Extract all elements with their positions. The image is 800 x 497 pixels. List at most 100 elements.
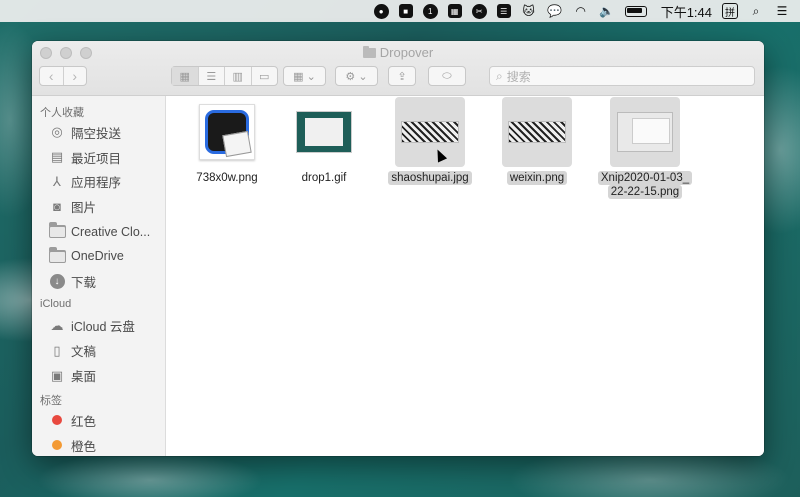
- battery-icon[interactable]: [624, 5, 647, 17]
- file-thumbnail: [502, 97, 572, 167]
- icon-view-button[interactable]: ▦: [172, 67, 199, 85]
- sidebar-item-label: 文稿: [71, 345, 97, 360]
- clock[interactable]: 下午1:44: [661, 2, 712, 21]
- file-item[interactable]: 738x0w.png: [177, 97, 277, 185]
- sidebar-item-downloads[interactable]: ↓ 下载: [32, 269, 165, 294]
- group-button[interactable]: ▦ ⌄: [283, 66, 326, 86]
- sidebar-item-creative-cloud[interactable]: Creative Clo...: [32, 219, 165, 244]
- icon-grid-icon: ▦: [179, 70, 190, 83]
- sidebar-header-favorites: 个人收藏: [40, 107, 84, 119]
- desktop-icon: ▣: [50, 367, 64, 383]
- image-thumbnail-icon: [199, 104, 255, 160]
- camera-icon: ◙: [53, 199, 61, 215]
- 1password-icon[interactable]: 1: [422, 3, 438, 19]
- sidebar-item-airdrop[interactable]: ◎ 隔空投送: [32, 120, 165, 145]
- folder-icon: [362, 46, 376, 58]
- tag-dot-icon: [48, 412, 66, 428]
- chat-icon[interactable]: ☰: [496, 4, 511, 18]
- file-name: shaoshupai.jpg: [388, 171, 472, 185]
- download-icon: ↓: [48, 273, 66, 289]
- forward-button[interactable]: ›: [64, 67, 87, 85]
- share-button[interactable]: ⇪: [388, 66, 416, 86]
- record-icon[interactable]: ●: [373, 3, 389, 19]
- sidebar-item-label: Creative Clo...: [71, 224, 151, 239]
- action-button[interactable]: ⚙ ⌄: [335, 66, 378, 86]
- document-icon: ▯: [53, 342, 61, 358]
- tag-icon: ⬭: [442, 69, 452, 82]
- sidebar-item-tag-red[interactable]: 红色: [32, 408, 165, 433]
- scissors-icon[interactable]: ✂: [471, 3, 487, 19]
- cat-icon[interactable]: 🐱: [521, 3, 537, 19]
- gallery-icon: ▭: [259, 70, 270, 83]
- file-thumbnail: [289, 97, 359, 167]
- image-thumbnail-icon: [401, 121, 459, 143]
- gear-icon: ⚙ ⌄: [345, 70, 368, 83]
- sidebar-item-label: 桌面: [71, 370, 97, 385]
- sidebar: 个人收藏 ◎ 隔空投送 ▤ 最近项目 ⅄ 应用程序 ◙ 图片 Creative …: [32, 96, 166, 456]
- finder-window: Dropover ‹ › ▦ ☰ ▥ ▭ ▦ ⌄ ⚙ ⌄ ⇪ ⬭ ⌕ 搜索 个人…: [32, 41, 764, 456]
- search-icon: ⌕: [496, 68, 503, 83]
- folder-icon: [48, 246, 66, 264]
- folder-icon: [48, 222, 66, 240]
- group-icon: ▦ ⌄: [293, 70, 316, 83]
- columns-icon: ▥: [232, 70, 243, 83]
- sidebar-item-label: 应用程序: [71, 176, 122, 191]
- file-thumbnail: [192, 97, 262, 167]
- navigation-buttons: ‹ ›: [39, 66, 87, 86]
- file-name-line2: 22-22-15.png: [607, 185, 683, 199]
- airdrop-icon: ◎: [51, 124, 63, 140]
- file-item-selected[interactable]: weixin.png: [487, 97, 587, 185]
- sidebar-item-desktop[interactable]: ▣ 桌面: [32, 363, 165, 388]
- window-title: Dropover: [32, 45, 764, 60]
- file-item[interactable]: drop1.gif: [274, 97, 374, 185]
- input-method-icon[interactable]: 拼: [722, 3, 738, 19]
- column-view-button[interactable]: ▥: [225, 67, 252, 85]
- applications-icon: ⅄: [53, 173, 61, 189]
- list-icon: ☰: [206, 70, 217, 83]
- view-switcher: ▦ ☰ ▥ ▭: [171, 66, 278, 86]
- sidebar-item-label: OneDrive: [71, 249, 124, 264]
- gif-thumbnail-icon: [296, 111, 352, 153]
- search-placeholder: 搜索: [506, 69, 531, 84]
- recents-icon: ▤: [50, 149, 64, 165]
- file-name-line1: Xnip2020-01-03_: [597, 171, 693, 185]
- sidebar-item-label: 隔空投送: [71, 126, 122, 141]
- file-thumbnail: [610, 97, 680, 167]
- share-icon: ⇪: [397, 70, 407, 83]
- sidebar-item-applications[interactable]: ⅄ 应用程序: [32, 170, 165, 195]
- sidebar-item-tag-orange[interactable]: 橙色: [32, 433, 165, 456]
- sidebar-item-label: 最近项目: [71, 151, 122, 166]
- app-icon[interactable]: ■: [398, 4, 413, 18]
- image-thumbnail-icon: [508, 121, 566, 143]
- grid-icon[interactable]: ▦: [447, 4, 462, 18]
- sidebar-item-label: iCloud 云盘: [71, 320, 135, 335]
- wifi-icon[interactable]: ◠: [573, 3, 589, 19]
- file-item-selected[interactable]: Xnip2020-01-03_ 22-22-15.png: [595, 97, 695, 199]
- sidebar-item-documents[interactable]: ▯ 文稿: [32, 338, 165, 363]
- search-field[interactable]: ⌕ 搜索: [489, 66, 755, 86]
- volume-icon[interactable]: 🔈: [599, 3, 615, 19]
- file-name: drop1.gif: [301, 172, 347, 184]
- list-view-button[interactable]: ☰: [199, 67, 225, 85]
- sidebar-item-recents[interactable]: ▤ 最近项目: [32, 145, 165, 170]
- tag-dot-icon: [48, 437, 66, 453]
- control-menu-icon[interactable]: ☰: [774, 3, 790, 19]
- spotlight-search-icon[interactable]: ⌕: [748, 3, 764, 19]
- tag-button[interactable]: ⬭: [428, 66, 466, 86]
- file-name: weixin.png: [506, 171, 568, 185]
- sidebar-header-tags: 标签: [40, 394, 62, 407]
- sidebar-item-label: 红色: [71, 414, 97, 429]
- menu-bar: ● ■ 1 ▦ ✂ ☰ 🐱 💬 ◠ 🔈 下午1:44 拼 ⌕ ☰: [0, 0, 800, 22]
- file-thumbnail: [395, 97, 465, 167]
- gallery-view-button[interactable]: ▭: [252, 67, 278, 85]
- file-name: 738x0w.png: [196, 172, 258, 184]
- sidebar-item-pictures[interactable]: ◙ 图片: [32, 194, 165, 219]
- file-item-selected[interactable]: shaoshupai.jpg: [380, 97, 480, 185]
- sidebar-header-icloud: iCloud: [40, 297, 72, 310]
- sidebar-item-onedrive[interactable]: OneDrive: [32, 244, 165, 269]
- cloud-icon: ☁: [50, 317, 64, 333]
- title-bar: Dropover ‹ › ▦ ☰ ▥ ▭ ▦ ⌄ ⚙ ⌄ ⇪ ⬭ ⌕ 搜索: [32, 41, 764, 96]
- sidebar-item-icloud-drive[interactable]: ☁ iCloud 云盘: [32, 314, 165, 339]
- wechat-icon[interactable]: 💬: [547, 3, 563, 19]
- back-button[interactable]: ‹: [40, 67, 64, 85]
